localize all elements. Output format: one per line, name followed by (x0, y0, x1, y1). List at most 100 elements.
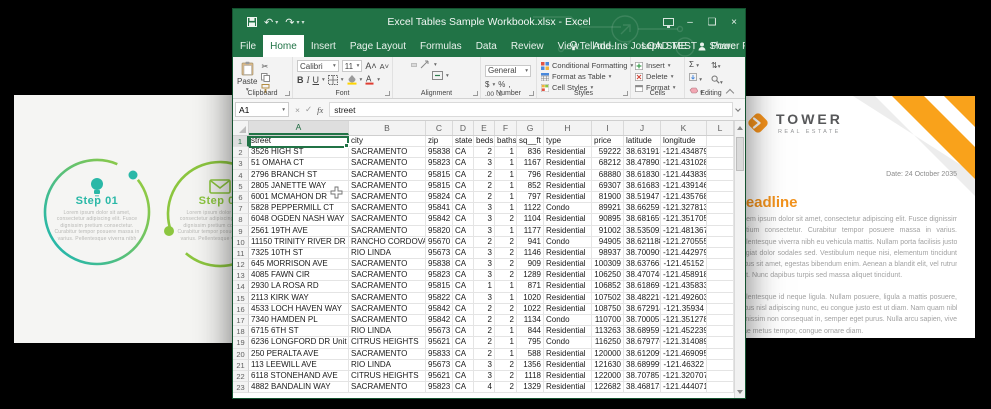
share-button[interactable]: Share (698, 41, 736, 52)
cell-J15[interactable]: 38.482215 (624, 293, 661, 304)
cell-K3[interactable]: -121.431028 (661, 158, 707, 169)
cell-A14[interactable]: 2930 LA ROSA RD (249, 281, 349, 292)
formula-input[interactable]: street (329, 102, 733, 117)
cell-E12[interactable]: 3 (474, 259, 495, 270)
align-bottom-button[interactable] (411, 63, 417, 67)
row-header-21[interactable]: 21 (233, 360, 249, 371)
cell-G7[interactable]: 1122 (517, 203, 544, 214)
cell-F13[interactable]: 2 (495, 270, 517, 281)
paste-button[interactable]: Paste▾ (237, 60, 257, 93)
cell-B4[interactable]: SACRAMENTO (349, 170, 426, 181)
minimize-icon[interactable]: – (679, 10, 701, 34)
tab-page-layout[interactable]: Page Layout (343, 35, 413, 57)
tab-home[interactable]: Home (263, 35, 304, 57)
name-box[interactable]: A1▾ (235, 102, 289, 117)
cell-C7[interactable]: 95841 (426, 203, 453, 214)
display-settings-icon[interactable] (657, 10, 679, 34)
cell-D1[interactable]: state (453, 136, 474, 147)
cell-C17[interactable]: 95842 (426, 315, 453, 326)
font-color-icon[interactable]: A (365, 74, 374, 85)
cell-G10[interactable]: 941 (517, 237, 544, 248)
cell-D19[interactable]: CA (453, 337, 474, 348)
cell-B23[interactable]: SACRAMENTO (349, 382, 426, 393)
cell-G5[interactable]: 852 (517, 181, 544, 192)
row-header-12[interactable]: 12 (233, 259, 249, 270)
cell-B11[interactable]: RIO LINDA (349, 248, 426, 259)
cell-E22[interactable]: 3 (474, 371, 495, 382)
clipboard-dialog-launcher[interactable] (285, 91, 290, 96)
tab-formulas[interactable]: Formulas (413, 35, 469, 57)
row-header-23[interactable]: 23 (233, 382, 249, 393)
cell-H3[interactable]: Residential (544, 158, 592, 169)
cell-D13[interactable]: CA (453, 270, 474, 281)
cell-B19[interactable]: CITRUS HEIGHTS (349, 337, 426, 348)
cell-G13[interactable]: 1289 (517, 270, 544, 281)
cell-L5[interactable] (707, 181, 734, 192)
cell-I22[interactable]: 122000 (592, 371, 624, 382)
cell-I9[interactable]: 91002 (592, 226, 624, 237)
cell-G16[interactable]: 1022 (517, 304, 544, 315)
cell-K7[interactable]: -121.327813 (661, 203, 707, 214)
col-header-F[interactable]: F (495, 121, 517, 135)
cell-B22[interactable]: CITRUS HEIGHTS (349, 371, 426, 382)
cell-K13[interactable]: -121.458918 (661, 270, 707, 281)
row-header-14[interactable]: 14 (233, 281, 249, 292)
cell-E17[interactable]: 2 (474, 315, 495, 326)
cell-A7[interactable]: 5828 PEPPERMILL CT (249, 203, 349, 214)
font-size-select[interactable]: 11▾ (342, 60, 363, 72)
cell-L16[interactable] (707, 304, 734, 315)
cell-G2[interactable]: 836 (517, 147, 544, 158)
cell-L8[interactable] (707, 214, 734, 225)
cell-I4[interactable]: 68880 (592, 170, 624, 181)
cell-H8[interactable]: Residential (544, 214, 592, 225)
cell-K22[interactable]: -121.320707 (661, 371, 707, 382)
row-header-7[interactable]: 7 (233, 203, 249, 214)
cell-F7[interactable]: 1 (495, 203, 517, 214)
cell-B21[interactable]: RIO LINDA (349, 360, 426, 371)
maximize-icon[interactable]: ❑ (701, 10, 723, 34)
cell-J19[interactable]: 38.679776 (624, 337, 661, 348)
cell-B16[interactable]: SACRAMENTO (349, 304, 426, 315)
col-header-A[interactable]: A (249, 121, 349, 135)
cell-K19[interactable]: -121.314089 (661, 337, 707, 348)
cell-L10[interactable] (707, 237, 734, 248)
conditional-formatting-button[interactable]: Conditional Formatting▾ (541, 60, 627, 71)
cell-J4[interactable]: 38.618305 (624, 170, 661, 181)
cell-H14[interactable]: Residential (544, 281, 592, 292)
cell-C2[interactable]: 95838 (426, 147, 453, 158)
cell-A3[interactable]: 51 OMAHA CT (249, 158, 349, 169)
percent-button[interactable]: % (498, 80, 505, 89)
cell-C9[interactable]: 95820 (426, 226, 453, 237)
cell-A12[interactable]: 645 MORRISON AVE (249, 259, 349, 270)
cell-G4[interactable]: 796 (517, 170, 544, 181)
underline-button[interactable]: U (313, 75, 320, 85)
cell-F1[interactable]: baths (495, 136, 517, 147)
cell-D15[interactable]: CA (453, 293, 474, 304)
row-header-22[interactable]: 22 (233, 371, 249, 382)
cell-H9[interactable]: Residential (544, 226, 592, 237)
fill-color-icon[interactable] (347, 74, 357, 85)
customize-qat-icon[interactable]: ▾ (301, 19, 304, 26)
scroll-down-icon[interactable] (735, 385, 745, 398)
cell-I23[interactable]: 122682 (592, 382, 624, 393)
tab-insert[interactable]: Insert (304, 35, 343, 57)
cell-A8[interactable]: 6048 OGDEN NASH WAY (249, 214, 349, 225)
cell-B17[interactable]: SACRAMENTO (349, 315, 426, 326)
cell-D20[interactable]: CA (453, 349, 474, 360)
grow-font-button[interactable]: A˄ (365, 62, 376, 71)
cell-A11[interactable]: 7325 10TH ST (249, 248, 349, 259)
cell-F16[interactable]: 2 (495, 304, 517, 315)
cell-I16[interactable]: 108750 (592, 304, 624, 315)
cell-G6[interactable]: 797 (517, 192, 544, 203)
cell-A4[interactable]: 2796 BRANCH ST (249, 170, 349, 181)
number-format-select[interactable]: General▾ (485, 65, 531, 77)
cell-F18[interactable]: 1 (495, 326, 517, 337)
fill-button[interactable]: ▾ (689, 73, 703, 85)
cell-F11[interactable]: 2 (495, 248, 517, 259)
insert-function-icon[interactable]: fx (317, 105, 323, 115)
cell-F4[interactable]: 1 (495, 170, 517, 181)
cell-E8[interactable]: 3 (474, 214, 495, 225)
cell-H6[interactable]: Residential (544, 192, 592, 203)
row-header-6[interactable]: 6 (233, 192, 249, 203)
cell-E3[interactable]: 3 (474, 158, 495, 169)
